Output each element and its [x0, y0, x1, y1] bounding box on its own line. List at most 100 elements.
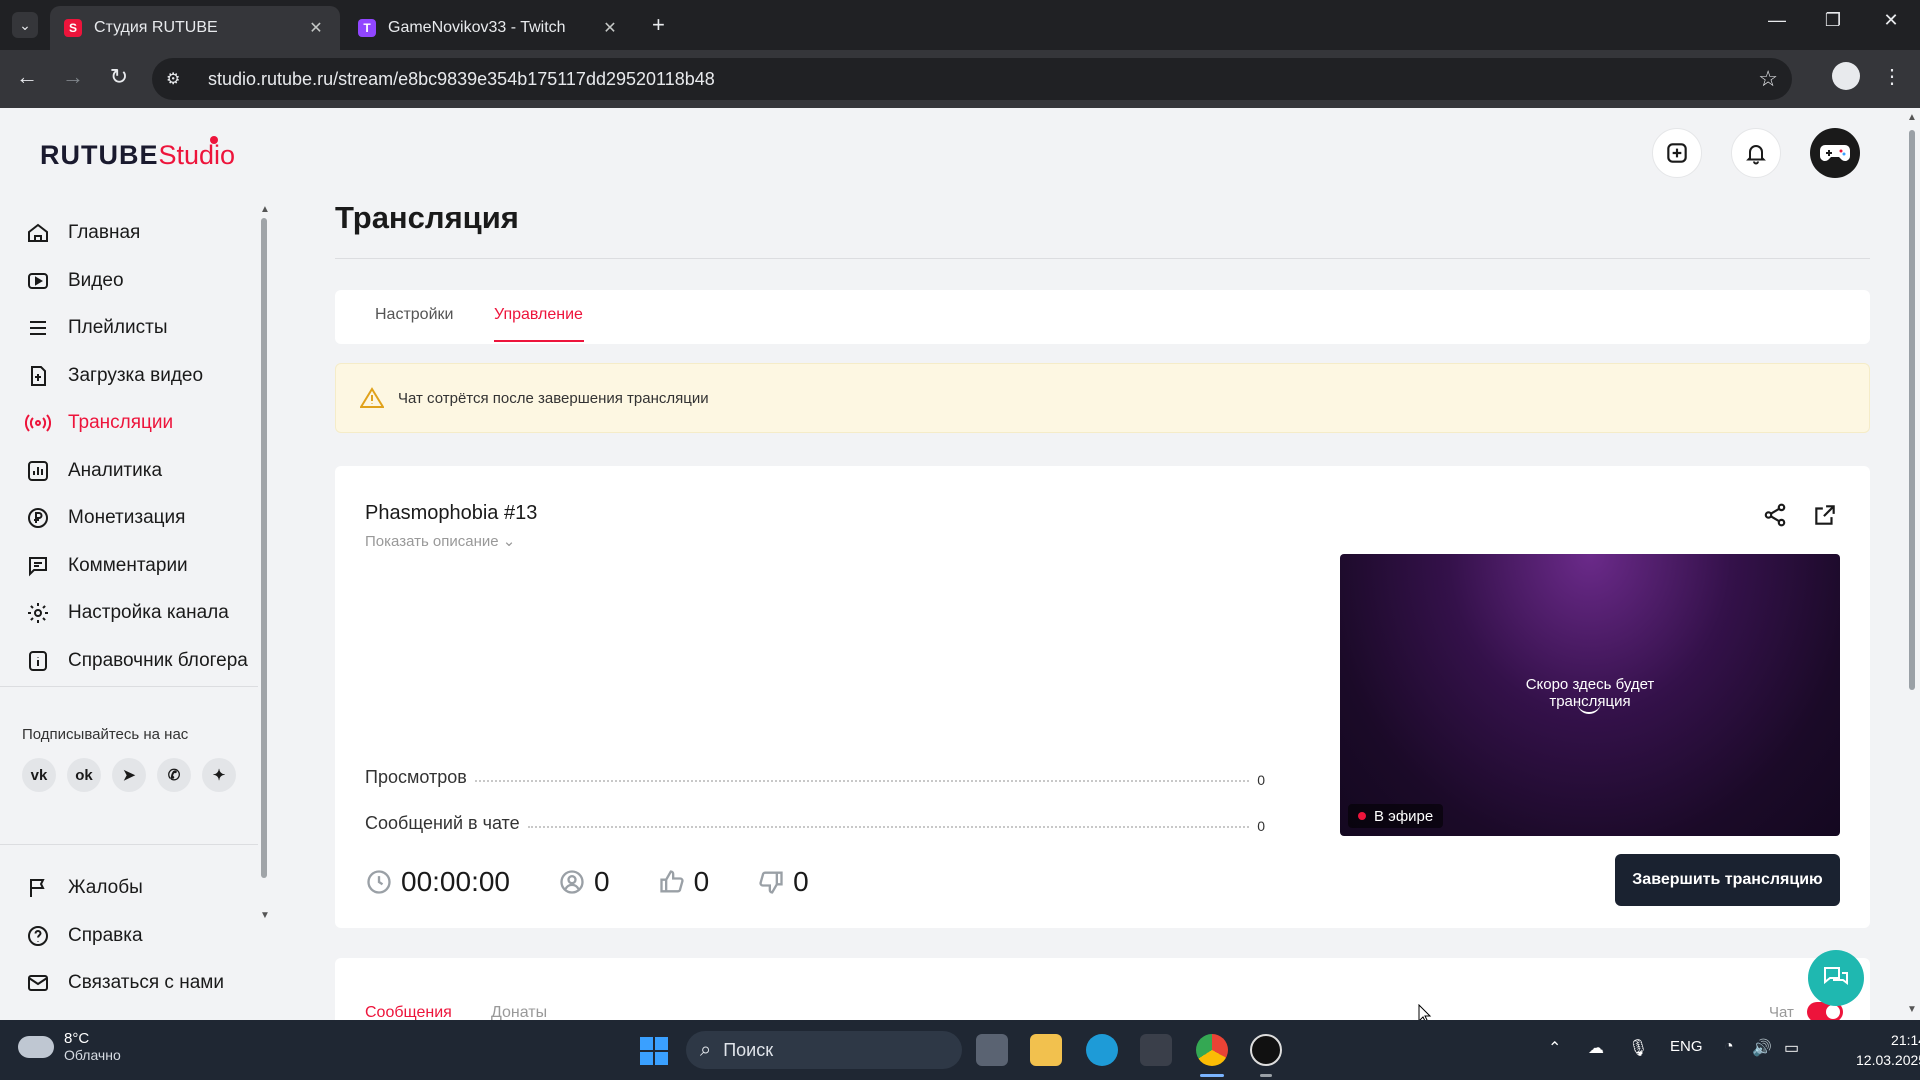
sidebar-item-contact[interactable]: Связаться с нами — [24, 963, 224, 1003]
create-button[interactable] — [1652, 128, 1702, 178]
back-icon[interactable]: ← — [12, 64, 42, 90]
playlist-icon — [24, 314, 52, 342]
sidebar-item-broadcasts[interactable]: Трансляции — [24, 403, 173, 443]
new-tab-button[interactable]: + — [652, 12, 665, 38]
taskbar-search[interactable]: ⌕ Поиск — [686, 1031, 962, 1069]
sidebar-item-monetization[interactable]: Монетизация — [24, 498, 185, 538]
sidebar-item-label: Загрузка видео — [68, 365, 204, 386]
sidebar-item-analytics[interactable]: Аналитика — [24, 451, 162, 491]
scroll-up-icon[interactable]: ▲ — [1907, 112, 1917, 123]
page-content: RUTUBEStudio Главная Видео Плейлисты Заг… — [0, 108, 1904, 1020]
rutube-favicon-icon: S — [64, 19, 82, 37]
show-description-toggle[interactable]: Показать описание ⌄ — [365, 532, 515, 550]
scroll-down-icon[interactable]: ▼ — [1907, 1004, 1917, 1015]
bell-icon — [1746, 145, 1766, 165]
stat-label: Сообщений в чате — [365, 813, 520, 833]
windows-start-icon[interactable] — [640, 1037, 668, 1065]
task-view-icon[interactable] — [976, 1034, 1008, 1066]
bookmark-star-icon[interactable]: ☆ — [1758, 66, 1778, 92]
chrome-icon[interactable] — [1196, 1034, 1228, 1066]
sidebar-item-playlists[interactable]: Плейлисты — [24, 308, 167, 348]
obs-icon[interactable] — [1250, 1034, 1282, 1066]
close-window-icon[interactable]: ✕ — [1876, 10, 1906, 31]
edge-icon[interactable] — [1086, 1034, 1118, 1066]
support-chat-button[interactable] — [1808, 950, 1864, 1006]
telegram-icon[interactable]: ➤ — [112, 758, 146, 792]
browser-tab-twitch[interactable]: T GameNovikov33 - Twitch ✕ — [344, 6, 634, 50]
tray-overflow-icon[interactable]: ⌃ — [1548, 1038, 1561, 1058]
sidebar-item-label: Справочник блогера — [68, 650, 248, 671]
scroll-down-icon[interactable]: ▼ — [260, 910, 270, 921]
sidebar-item-video[interactable]: Видео — [24, 261, 124, 301]
twitch-favicon-icon: T — [358, 19, 376, 37]
sidebar-item-channel-settings[interactable]: Настройка канала — [24, 593, 229, 633]
battery-icon[interactable]: ▭ — [1784, 1038, 1799, 1058]
close-tab-icon[interactable]: ✕ — [306, 18, 326, 38]
sidebar-scroll-thumb[interactable] — [261, 218, 267, 878]
duration-value: 00:00:00 — [401, 866, 510, 897]
notifications-button[interactable] — [1731, 128, 1781, 178]
share-icon[interactable] — [1762, 502, 1788, 528]
wifi-icon[interactable]: ◔ — [1724, 1038, 1734, 1056]
system-clock[interactable]: 21:14 12.03.2025 — [1856, 1030, 1920, 1070]
end-stream-button[interactable]: Завершить трансляцию — [1615, 854, 1840, 906]
browser-toolbar: ← → ↻ ⚙ studio.rutube.ru/stream/e8bc9839… — [0, 50, 1920, 108]
forward-icon[interactable]: → — [58, 64, 88, 90]
dzen-icon[interactable]: ✦ — [202, 758, 236, 792]
rutube-studio-logo[interactable]: RUTUBEStudio — [40, 136, 235, 171]
stat-value: 0 — [1257, 818, 1265, 834]
weather-widget[interactable]: 8°C Облачно — [18, 1030, 121, 1063]
windows-taskbar: 8°C Облачно ⌕ Поиск ⌃ ☁ 🎙 ENG ◔ 🔊 ▭ 21:1… — [0, 1020, 1920, 1080]
page-scroll-thumb[interactable] — [1909, 130, 1915, 690]
microphone-icon[interactable]: 🎙 — [1628, 1038, 1648, 1058]
sidebar-item-home[interactable]: Главная — [24, 213, 140, 253]
running-app-indicator — [1260, 1074, 1272, 1077]
restore-icon[interactable]: ❐ — [1818, 10, 1848, 31]
site-info-icon[interactable]: ⚙ — [166, 69, 190, 89]
tab-search-dropdown[interactable]: ⌄ — [12, 12, 38, 38]
analytics-icon — [24, 457, 52, 485]
ok-icon[interactable]: ok — [67, 758, 101, 792]
browser-menu-icon[interactable]: ⋮ — [1882, 64, 1902, 89]
logo-main-text: RUTUBE — [40, 140, 159, 170]
sidebar-item-blogger-guide[interactable]: Справочник блогера — [24, 641, 248, 681]
stream-title: Phasmophobia #13 — [365, 502, 538, 524]
browser-profile-icon[interactable] — [1832, 62, 1860, 90]
language-indicator[interactable]: ENG — [1670, 1038, 1703, 1055]
tab-donations[interactable]: Донаты — [491, 1004, 547, 1020]
warning-icon — [360, 387, 384, 408]
sidebar-item-comments[interactable]: Комментарии — [24, 546, 188, 586]
sidebar-scrollbar[interactable]: ▲ ▼ — [260, 204, 270, 924]
sidebar-item-upload[interactable]: Загрузка видео — [24, 356, 203, 396]
ruble-icon — [24, 504, 52, 532]
volume-icon[interactable]: 🔊 — [1752, 1038, 1772, 1058]
page-scrollbar[interactable]: ▲ ▼ — [1904, 108, 1920, 1020]
dislikes-value: 0 — [793, 866, 809, 897]
reload-icon[interactable]: ↻ — [104, 64, 134, 90]
mouse-cursor-icon — [1418, 1004, 1432, 1020]
sidebar-item-complaints[interactable]: Жалобы — [24, 868, 143, 908]
tab-messages[interactable]: Сообщения — [365, 1004, 452, 1020]
minimize-icon[interactable]: — — [1762, 10, 1792, 31]
scroll-up-icon[interactable]: ▲ — [260, 204, 270, 215]
open-external-icon[interactable] — [1812, 502, 1838, 528]
flag-icon — [24, 874, 52, 902]
chat-card: Сообщения Донаты Чат — [335, 958, 1870, 1020]
avatar[interactable] — [1810, 128, 1860, 178]
onedrive-icon[interactable]: ☁ — [1588, 1038, 1604, 1058]
upload-icon — [24, 362, 52, 390]
close-tab-icon[interactable]: ✕ — [600, 18, 620, 38]
tab-management[interactable]: Управление — [494, 306, 583, 324]
store-icon[interactable] — [1140, 1034, 1172, 1066]
sidebar-item-help[interactable]: Справка — [24, 916, 143, 956]
address-bar[interactable]: ⚙ studio.rutube.ru/stream/e8bc9839e354b1… — [152, 58, 1792, 100]
clock-date: 12.03.2025 — [1856, 1052, 1920, 1068]
url-text[interactable]: studio.rutube.ru/stream/e8bc9839e354b175… — [208, 69, 715, 90]
tab-settings[interactable]: Настройки — [375, 306, 453, 324]
stream-preview[interactable]: Скоро здесь будет трансляция В эфире — [1340, 554, 1840, 836]
vk-icon[interactable]: vk — [22, 758, 56, 792]
browser-tab-rutube[interactable]: S Студия RUTUBE ✕ — [50, 6, 340, 50]
file-explorer-icon[interactable] — [1030, 1034, 1062, 1066]
chat-bubbles-icon — [1824, 967, 1848, 985]
viber-icon[interactable]: ✆ — [157, 758, 191, 792]
